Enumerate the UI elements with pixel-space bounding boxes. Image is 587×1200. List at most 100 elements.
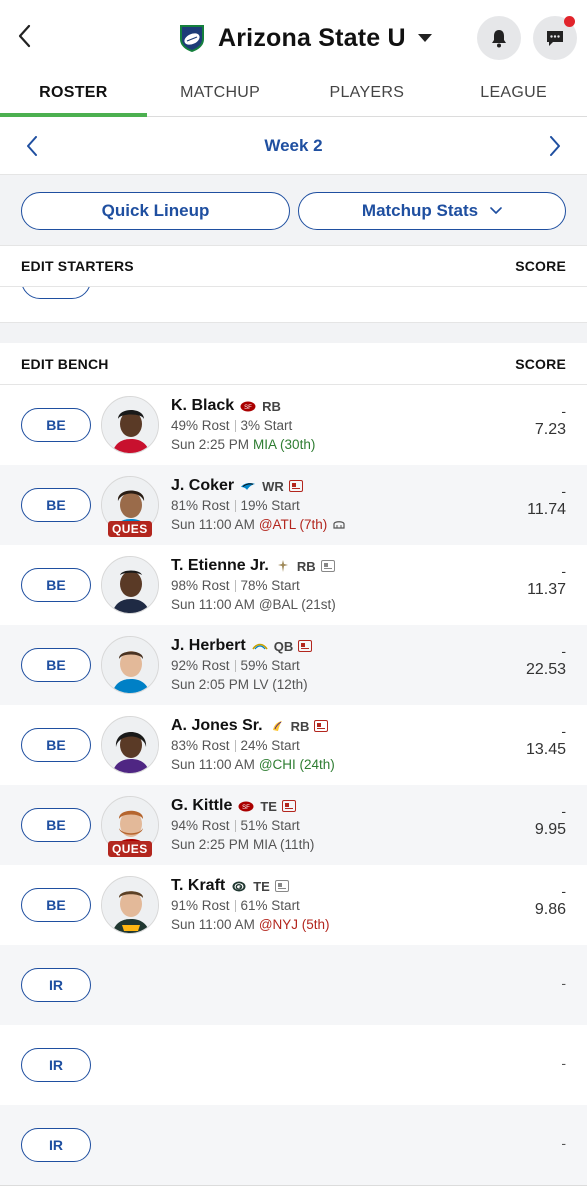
player-position: RB [262,398,281,414]
player-info: J. Herbert QB 92% Rost 59% Start Sun 2:05… [171,636,313,694]
rost-pct: 94% Rost [171,818,230,833]
news-icon[interactable] [320,560,335,572]
section-gap [0,323,587,343]
questionable-badge: QUES [108,521,152,537]
tab-players[interactable]: PLAYERS [294,70,441,116]
player-name[interactable]: K. Black [171,397,234,415]
start-pct: 59% Start [240,658,300,673]
player-info: A. Jones Sr. RB 83% Rost 24% Start Sun 11… [171,716,335,774]
player-row[interactable]: BE QUES J. Coker WR 81% Rost 19% Start Su… [0,465,587,545]
svg-text:SF: SF [243,805,251,811]
messages-button[interactable] [533,16,577,60]
slot-button[interactable]: BE [21,888,91,922]
projected-score: - 7.23 [534,403,566,438]
news-icon[interactable] [274,880,289,892]
roster-controls: Quick Lineup Matchup Stats [0,175,587,245]
49ers-icon: SF [240,400,256,412]
news-icon[interactable] [281,800,296,812]
player-info: J. Coker WR 81% Rost 19% Start Sun 11:00 … [171,476,345,534]
projected-score: - 11.74 [527,483,566,518]
projected-score: - 9.86 [534,883,566,918]
team-name: Arizona State U [218,23,406,52]
news-icon[interactable] [298,640,313,652]
rost-pct: 83% Rost [171,738,230,753]
start-pct: 19% Start [240,498,300,513]
ir-slot-button[interactable]: IR [21,1128,91,1162]
player-avatar[interactable] [101,396,159,454]
ir-slot-button[interactable]: IR [21,1048,91,1082]
player-info: T. Kraft TE 91% Rost 61% Start Sun 11:00 … [171,876,330,934]
projected-score: - 11.37 [527,563,566,598]
chat-icon [547,30,563,46]
slot-button[interactable] [21,287,91,299]
ir-slot-button[interactable]: IR [21,968,91,1002]
week-label[interactable]: Week 2 [264,136,322,156]
empty-score: - [561,1135,566,1151]
chevron-right-icon [550,136,560,156]
game-time: Sun 11:00 AM [171,917,255,932]
player-name[interactable]: T. Kraft [171,877,225,895]
player-position: TE [260,798,277,814]
projected-score: - 13.45 [525,723,566,758]
slot-button[interactable]: BE [21,408,91,442]
player-avatar[interactable] [101,876,159,934]
slot-button[interactable]: BE [21,648,91,682]
game-time: Sun 2:25 PM [171,437,250,452]
player-row[interactable]: BE A. Jones Sr. RB 83% Rost 24% Start Sun… [0,705,587,785]
game-time: Sun 11:00 AM [171,517,255,532]
start-pct: 61% Start [240,898,300,913]
player-name[interactable]: J. Coker [171,477,234,495]
player-avatar[interactable] [101,716,159,774]
player-position: TE [253,878,270,894]
game-time: Sun 11:00 AM [171,597,255,612]
chargers-icon [252,640,268,652]
player-row[interactable]: BE T. Etienne Jr. RB 98% Rost 78% Start S… [0,545,587,625]
player-name[interactable]: A. Jones Sr. [171,717,263,735]
player-row[interactable]: BE T. Kraft TE 91% Rost 61% Start Sun 11:… [0,865,587,945]
notifications-button[interactable] [477,16,521,60]
player-name[interactable]: G. Kittle [171,797,232,815]
49ers-icon: SF [238,800,254,812]
opponent: LV (12th) [253,677,308,692]
player-avatar[interactable] [101,556,159,614]
bell-icon [492,30,506,48]
edit-starters-title[interactable]: EDIT STARTERS [21,258,134,274]
player-position: RB [296,558,316,574]
edit-bench-title[interactable]: EDIT BENCH [21,356,109,372]
player-name[interactable]: T. Etienne Jr. [171,557,269,575]
player-row[interactable]: BE K. Black SF RB 49% Rost 3% Start Sun 2… [0,385,587,465]
dome-icon [333,518,345,532]
bottom-divider [0,1185,587,1186]
ir-row[interactable]: IR - [0,945,587,1025]
start-pct: 24% Start [240,738,300,753]
player-name[interactable]: J. Herbert [171,637,246,655]
player-avatar[interactable] [101,636,159,694]
player-row[interactable]: BE J. Herbert QB 92% Rost 59% Start Sun 2… [0,625,587,705]
slot-button[interactable]: BE [21,808,91,842]
team-logo [180,25,204,52]
next-week-button[interactable] [541,131,569,161]
team-selector[interactable]: Arizona State U [176,18,432,58]
slot-button[interactable]: BE [21,568,91,602]
tab-matchup[interactable]: MATCHUP [147,70,294,116]
empty-score: - [561,1055,566,1071]
questionable-badge: QUES [108,841,152,857]
game-time: Sun 11:00 AM [171,757,255,772]
tab-league[interactable]: LEAGUE [440,70,587,116]
start-pct: 78% Start [240,578,300,593]
news-icon[interactable] [288,480,303,492]
chevron-left-icon [27,136,37,156]
quick-lineup-button[interactable]: Quick Lineup [21,192,290,230]
ir-row[interactable]: IR - [0,1025,587,1105]
ir-row[interactable]: IR - [0,1105,587,1185]
back-button[interactable] [12,22,36,50]
previous-week-button[interactable] [18,131,46,161]
player-row[interactable]: BE QUES G. Kittle SF TE 94% Rost 51% Star… [0,785,587,865]
slot-button[interactable]: BE [21,488,91,522]
news-icon[interactable] [314,720,329,732]
caret-down-icon [417,34,432,42]
tab-roster[interactable]: ROSTER [0,70,147,117]
matchup-stats-dropdown[interactable]: Matchup Stats [298,192,566,230]
slot-button[interactable]: BE [21,728,91,762]
bench-list: BE K. Black SF RB 49% Rost 3% Start Sun 2… [0,385,587,1185]
